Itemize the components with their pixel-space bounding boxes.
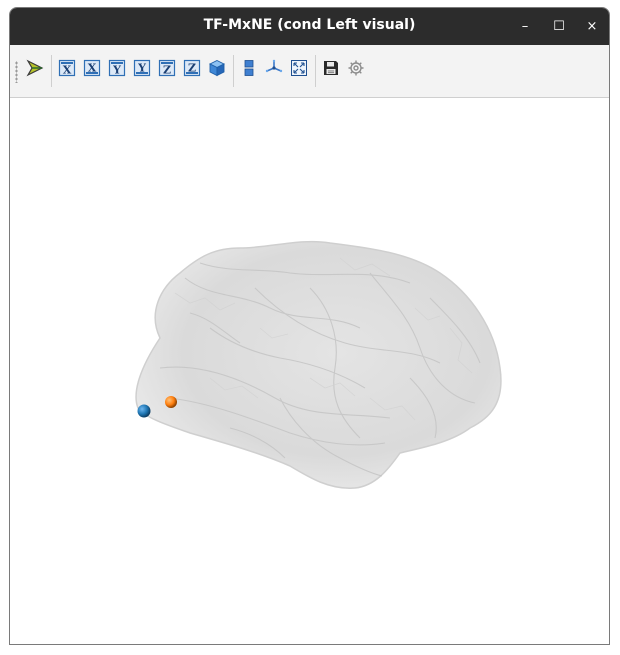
parallel-projection-icon[interactable] bbox=[240, 59, 258, 77]
view-z-letter: Z bbox=[163, 64, 171, 77]
settings-icon[interactable] bbox=[347, 59, 365, 77]
toolbar-separator bbox=[315, 55, 316, 87]
3d-viewport[interactable] bbox=[10, 98, 609, 644]
source-2-dipole[interactable] bbox=[165, 396, 177, 408]
view-x-icon[interactable]: X bbox=[58, 59, 76, 77]
close-button[interactable]: × bbox=[581, 16, 603, 38]
axes-indicator-icon[interactable] bbox=[265, 59, 283, 77]
view-z-icon[interactable]: Z bbox=[158, 59, 176, 77]
title-bar[interactable]: TF-MxNE (cond Left visual) – ☐ × bbox=[10, 8, 609, 45]
view-minus-y-icon[interactable]: Y bbox=[133, 59, 151, 77]
maximize-button[interactable]: ☐ bbox=[548, 16, 570, 38]
toolbar-separator bbox=[233, 55, 234, 87]
view-minus-x-icon[interactable]: X bbox=[83, 59, 101, 77]
view-y-letter: Y bbox=[112, 64, 121, 77]
source-1-dipole[interactable] bbox=[137, 404, 151, 418]
view-minus-x-letter: X bbox=[88, 62, 97, 75]
toolbar-separator bbox=[51, 55, 52, 87]
minimize-button[interactable]: – bbox=[514, 16, 536, 38]
brain-scene bbox=[135, 240, 502, 489]
view-minus-z-letter: Z bbox=[188, 62, 196, 75]
view-y-icon[interactable]: Y bbox=[108, 59, 126, 77]
view-minus-y-letter: Y bbox=[137, 62, 146, 75]
view-minus-z-icon[interactable]: Z bbox=[183, 59, 201, 77]
isometric-view-icon[interactable] bbox=[208, 59, 226, 77]
toolbar-grip-icon[interactable] bbox=[15, 61, 18, 83]
save-icon[interactable] bbox=[322, 59, 340, 77]
full-screen-icon[interactable] bbox=[290, 59, 308, 77]
brain-surface bbox=[135, 240, 502, 489]
toolbar: X X Y Y Z Z bbox=[10, 45, 609, 98]
app-window: TF-MxNE (cond Left visual) – ☐ × X X Y Y… bbox=[9, 7, 610, 645]
arrow-logo-icon[interactable] bbox=[26, 59, 44, 77]
view-x-letter: X bbox=[63, 64, 72, 77]
